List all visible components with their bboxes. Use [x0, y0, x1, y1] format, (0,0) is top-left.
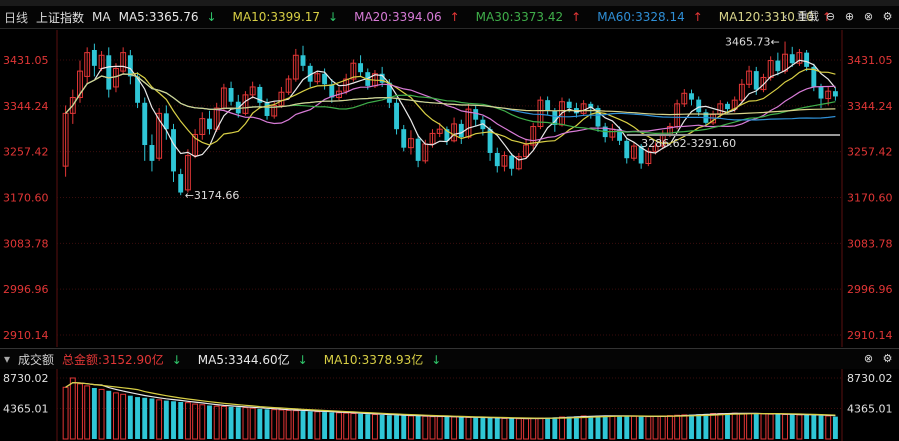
candle-body — [458, 123, 464, 138]
candle-body — [832, 91, 838, 97]
candle-body — [171, 129, 176, 172]
candle-body — [127, 55, 133, 77]
candle-body — [789, 54, 795, 64]
candle-body — [509, 155, 515, 169]
y-tick-label-left: 3170.60 — [3, 191, 49, 204]
candle-body — [494, 152, 500, 167]
volume-title: 成交额 — [18, 352, 55, 367]
candle-body — [358, 63, 364, 73]
candle-body — [545, 100, 551, 111]
volume-toolbar: ⊗ ⚙ — [861, 351, 895, 366]
candle-body — [624, 140, 630, 159]
candle-body — [322, 73, 328, 85]
y-tick-label-left: 2996.96 — [3, 283, 49, 296]
price-chart[interactable]: 3431.05 3431.05 3344.24 3344.24 3257.42 3257.… — [0, 0, 899, 441]
candle-body — [91, 49, 97, 66]
candle-body — [401, 129, 407, 148]
y-tick-label-right: 2996.96 — [847, 283, 893, 296]
volume-ma5: MA5:3344.60亿 ↓ — [197, 352, 308, 367]
candle-body — [228, 88, 234, 102]
collapse-icon[interactable]: ▾ — [4, 352, 10, 366]
candle-body — [753, 71, 759, 90]
candle-body — [818, 86, 824, 99]
candle-body — [264, 102, 270, 116]
high-annotation: 3465.73← — [725, 36, 780, 49]
candle-body — [207, 118, 212, 130]
y-tick-label-right: 3344.24 — [847, 100, 893, 113]
y-tick-label-left: 3083.78 — [3, 237, 49, 250]
volume-panel-header: ▾ 成交额 总金额:3152.90亿 ↓ MA5:3344.60亿 ↓ MA10:3… — [0, 348, 899, 369]
gear-icon[interactable]: ⚙ — [880, 351, 895, 366]
candle-body — [106, 55, 112, 90]
candle-body — [142, 102, 148, 146]
close-icon[interactable]: ⊗ — [861, 351, 876, 366]
y-tick-label-right: 3257.42 — [847, 146, 893, 159]
candle-body — [415, 138, 421, 161]
candle-body — [689, 93, 694, 100]
y-tick-label-right: 3170.60 — [847, 191, 893, 204]
range-annotation: 3286.62-3291.60 — [641, 137, 736, 150]
volume-ma10: MA10:3378.93亿 ↓ — [323, 352, 442, 367]
candle-body — [473, 109, 479, 120]
y-tick-label-left: 3257.42 — [3, 146, 49, 159]
y-tick-label-left: 3431.05 — [3, 54, 49, 67]
y-tick-label-right: 3431.05 — [847, 54, 893, 67]
candle-body — [149, 145, 155, 161]
candle-body — [775, 60, 781, 72]
candle-body — [394, 102, 399, 130]
low-annotation: ←3174.66 — [185, 189, 240, 202]
candle-body — [566, 101, 572, 109]
candle-body — [696, 99, 702, 113]
y-tick-label-right: 2910.14 — [847, 329, 893, 342]
candle-body — [300, 55, 306, 66]
volume-total: 总金额:3152.90亿 ↓ — [62, 352, 182, 367]
y-tick-label-left: 2910.14 — [3, 329, 49, 342]
candle-body — [725, 103, 730, 110]
y-tick-label-right: 3083.78 — [847, 237, 893, 250]
candle-body — [804, 52, 810, 67]
candle-body — [178, 174, 184, 193]
y-tick-label-left: 3344.24 — [3, 100, 49, 113]
